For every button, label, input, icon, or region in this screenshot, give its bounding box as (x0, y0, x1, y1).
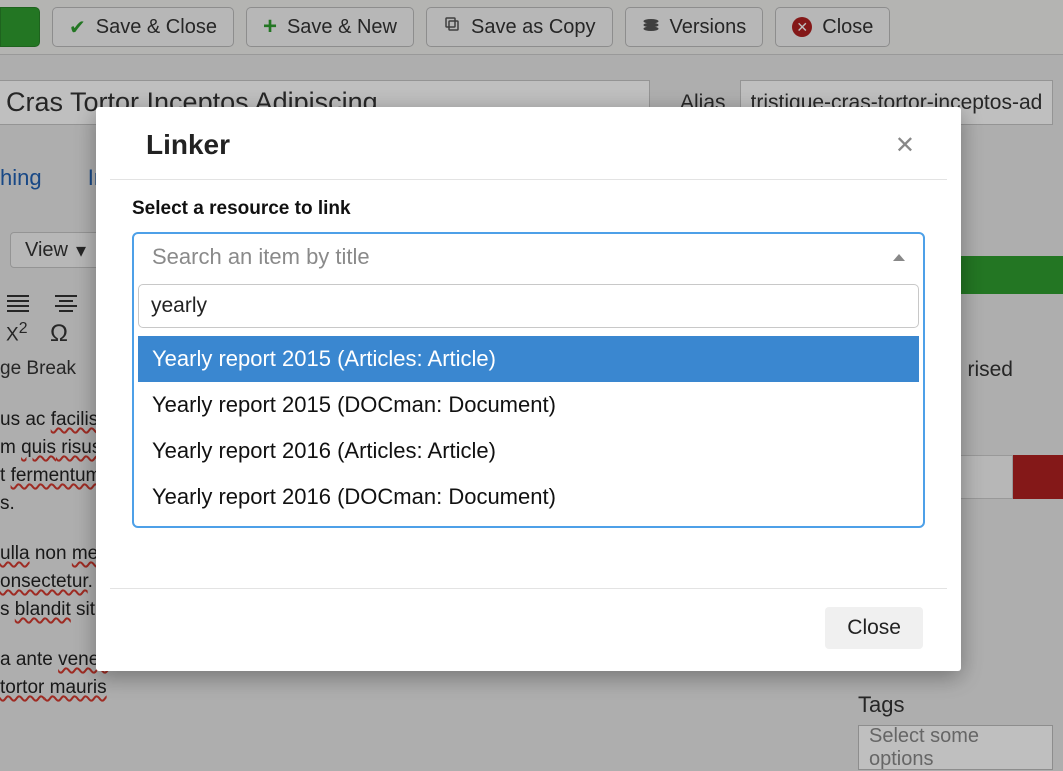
modal-close-button[interactable]: Close (825, 607, 923, 649)
resource-combobox[interactable]: Search an item by title Yearly report 20… (132, 232, 925, 528)
linker-modal: Linker ✕ Select a resource to link Searc… (96, 107, 961, 671)
combobox-selection[interactable]: Search an item by title (134, 234, 923, 280)
combobox-option[interactable]: Yearly report 2016 (Articles: Article) (138, 428, 919, 474)
combobox-option[interactable]: Yearly report 2016 (DOCman: Document) (138, 474, 919, 520)
modal-title: Linker (146, 129, 230, 161)
modal-footer: Close (110, 588, 947, 671)
combobox-options: Yearly report 2015 (Articles: Article) Y… (138, 336, 919, 520)
combobox-search-input[interactable] (138, 284, 919, 328)
select-resource-label: Select a resource to link (132, 198, 925, 220)
modal-body: Select a resource to link Search an item… (96, 180, 961, 588)
combobox-placeholder: Search an item by title (152, 244, 370, 270)
combobox-option[interactable]: Yearly report 2015 (Articles: Article) (138, 336, 919, 382)
caret-up-icon (893, 254, 905, 261)
modal-close-icon[interactable]: ✕ (895, 131, 915, 160)
combobox-dropdown: Yearly report 2015 (Articles: Article) Y… (138, 284, 919, 520)
combobox-option[interactable]: Yearly report 2015 (DOCman: Document) (138, 382, 919, 428)
modal-header: Linker ✕ (110, 107, 947, 180)
